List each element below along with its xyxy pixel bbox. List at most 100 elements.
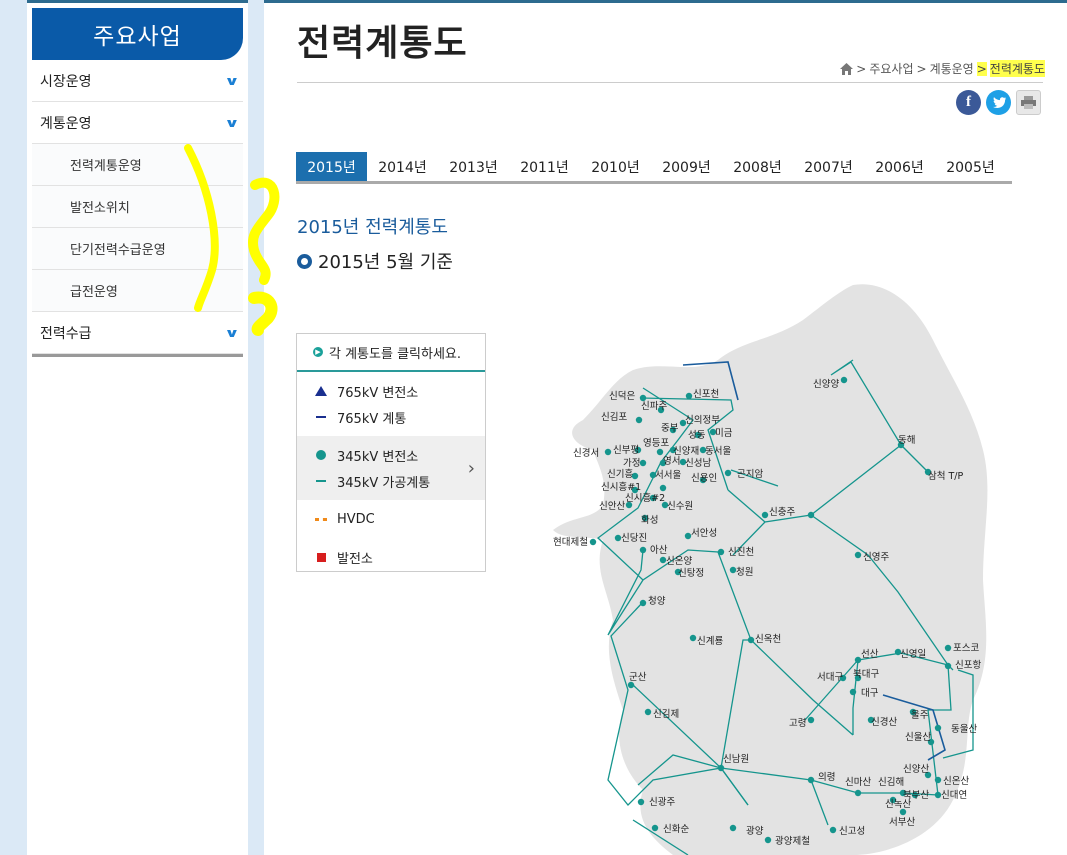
sidebar-item-supply-demand[interactable]: 전력수급 ∨ <box>32 312 243 354</box>
map-label: 신충주 <box>769 507 795 518</box>
breadcrumb-item[interactable]: 계통운영 <box>930 60 974 77</box>
sidebar-item-market-operation[interactable]: 시장운영 ∨ <box>32 60 243 102</box>
legend-header-text: 각 계통도를 클릭하세요. <box>329 346 461 362</box>
map-label: 서서울 <box>655 470 681 481</box>
map-label: 선산 <box>861 649 879 660</box>
square-icon <box>316 552 326 562</box>
map-label: 신당진 <box>621 533 647 544</box>
map-label: 신고성 <box>839 826 865 837</box>
tab-2006[interactable]: 2006년 <box>864 152 935 181</box>
sidebar-item-grid-operation[interactable]: 계통운영 ∨ <box>32 102 243 144</box>
sidebar-item-label: 전력수급 <box>40 325 92 342</box>
home-icon[interactable] <box>840 62 854 75</box>
line-swatch-icon <box>316 416 326 418</box>
map-label: 북대구 <box>853 669 879 680</box>
legend-label: 345kV 변전소 <box>337 449 419 465</box>
tab-2009[interactable]: 2009년 <box>651 152 722 181</box>
breadcrumb-current: 전력계통도 <box>989 60 1045 77</box>
triangle-icon <box>315 386 327 396</box>
legend-group-345[interactable]: 345kV 변전소 345kV 가공계통 › <box>297 436 485 500</box>
legend-group-765[interactable]: 765kV 변전소 765kV 계통 <box>297 372 485 436</box>
map-label: 서부산 <box>889 817 915 828</box>
breadcrumb-separator: > <box>856 61 867 76</box>
twitter-bird-icon <box>992 97 1006 108</box>
map-label: 곤지암 <box>737 468 763 480</box>
map-label: 신시흥#1 <box>601 481 641 493</box>
legend-row: HVDC <box>297 506 485 532</box>
legend-group-plant[interactable]: 발전소 <box>297 538 485 576</box>
tab-2013[interactable]: 2013년 <box>438 152 509 181</box>
sidebar: 주요사업 시장운영 ∨ 계통운영 ∨ 전력계통운영 발전소위치 단기전력수급운영… <box>32 8 243 357</box>
map-label: 신포항 <box>955 660 981 671</box>
map-label: 신기흥 <box>607 468 633 480</box>
map-label: 삼척 T/P <box>928 471 964 482</box>
tab-2015[interactable]: 2015년 <box>296 152 367 181</box>
circle-icon <box>316 450 326 460</box>
map-label: 동해 <box>898 434 915 446</box>
section-subtitle: 2015년 전력계통도 <box>297 217 448 238</box>
map-label: 신포천 <box>693 389 719 400</box>
map-label: 신김포 <box>601 411 627 423</box>
sidebar-subitem-power-grid[interactable]: 전력계통운영 <box>32 144 243 186</box>
gap-background-strip <box>248 0 264 855</box>
dotted-line-icon <box>315 517 327 521</box>
chevron-right-icon[interactable]: › <box>468 458 475 479</box>
basis-date: 2015년 5월 기준 <box>297 248 453 274</box>
share-toolbar: f <box>956 90 1041 115</box>
sidebar-subitem-dispatch[interactable]: 급전운영 <box>32 270 243 312</box>
map-label: 신의정부 <box>685 415 720 426</box>
line-swatch-icon <box>316 480 326 482</box>
legend-row: 345kV 가공계통 <box>297 468 485 494</box>
tab-2005[interactable]: 2005년 <box>935 152 1006 181</box>
map-label: 청양 <box>648 596 666 607</box>
map-label: 울주 <box>911 710 929 721</box>
map-label: 서대구 <box>817 672 843 683</box>
sidebar-subitem-short-term-supply[interactable]: 단기전력수급운영 <box>32 228 243 270</box>
tab-2011[interactable]: 2011년 <box>509 152 580 181</box>
map-label: 신계룡 <box>697 635 723 647</box>
map-label: 동서울 <box>705 446 731 457</box>
map-label: 군산 <box>629 672 647 683</box>
breadcrumb: > 주요사업 > 계통운영 > 전력계통도 <box>840 60 1045 77</box>
legend-row: 345kV 변전소 <box>297 442 485 468</box>
map-label: 신울산 <box>905 732 931 743</box>
bullet-ring-icon <box>297 253 312 269</box>
breadcrumb-separator: > <box>916 61 927 76</box>
map-label: 신안산 <box>599 501 625 512</box>
map-label: 신남원 <box>723 754 749 765</box>
power-grid-map[interactable]: 신양양 동해 삼척 T/P 신덕은 신포천 신파주 신김포 중부 신의정부 성동… <box>553 280 1067 855</box>
map-label: 고령 <box>789 717 806 729</box>
tab-2010[interactable]: 2010년 <box>580 152 651 181</box>
tab-2014[interactable]: 2014년 <box>367 152 438 181</box>
breadcrumb-item[interactable]: 주요사업 <box>869 60 913 77</box>
top-banner-edge <box>264 0 1067 3</box>
map-label: 영서 <box>663 456 680 467</box>
year-tabs: 2015년 2014년 2013년 2011년 2010년 2009년 2008… <box>296 152 1012 184</box>
tab-2007[interactable]: 2007년 <box>793 152 864 181</box>
map-label: 신광주 <box>649 796 675 808</box>
map-label: 광양 <box>746 825 764 837</box>
map-label: 신온양 <box>666 556 692 567</box>
legend-row: 765kV 계통 <box>297 404 485 430</box>
map-label: 신성남 <box>685 458 711 469</box>
map-label: 서안성 <box>691 528 717 539</box>
print-icon[interactable] <box>1016 90 1041 115</box>
tab-2008[interactable]: 2008년 <box>722 152 793 181</box>
legend-group-hvdc[interactable]: HVDC <box>297 500 485 538</box>
map-label: 신영주 <box>863 552 889 563</box>
twitter-icon[interactable] <box>986 90 1011 115</box>
map-legend: ▶ 각 계통도를 클릭하세요. 765kV 변전소 765kV 계통 345kV… <box>296 333 486 572</box>
legend-header: ▶ 각 계통도를 클릭하세요. <box>297 334 485 372</box>
map-label: 아산 <box>650 545 668 556</box>
map-label: 현대제철 <box>553 537 588 548</box>
map-label: 가정 <box>623 458 640 469</box>
map-label: 신덕은 <box>609 391 635 402</box>
map-label: 의령 <box>818 771 835 783</box>
sidebar-bottom-rule <box>32 354 243 357</box>
legend-label: 765kV 계통 <box>337 411 407 427</box>
sidebar-subitem-plant-location[interactable]: 발전소위치 <box>32 186 243 228</box>
facebook-icon[interactable]: f <box>956 90 981 115</box>
map-label: 신녹산 <box>885 799 911 810</box>
bullet-arrow-icon: ▶ <box>313 347 323 357</box>
map-label: 신시흥#2 <box>625 492 665 504</box>
